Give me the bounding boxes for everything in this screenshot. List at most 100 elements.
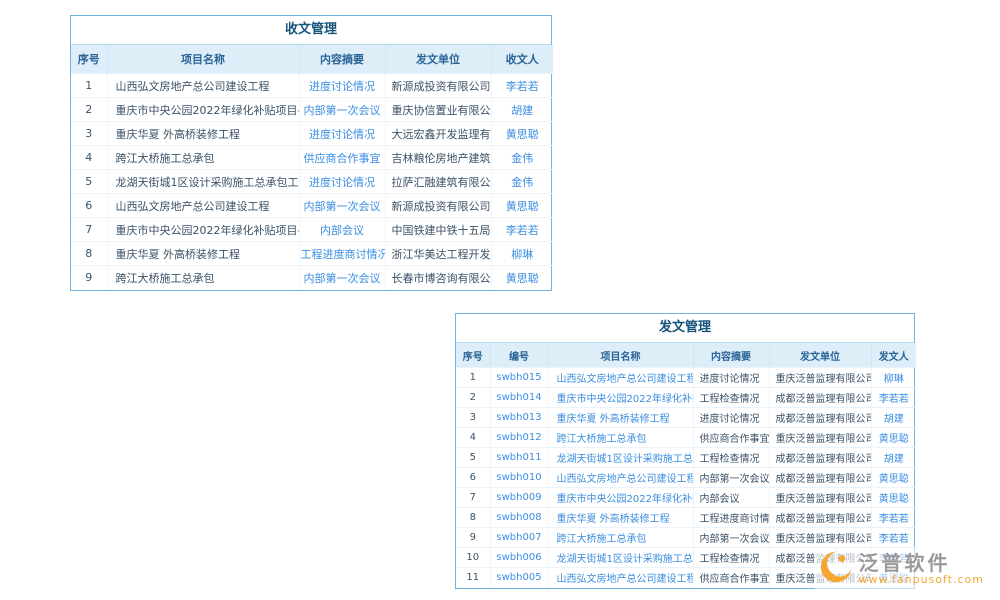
cell-unit: 吉林粮伦房地产建筑有... (385, 146, 491, 170)
table-row: 3swbh013重庆华夏 外高桥装修工程进度讨论情况成都泛普监理有限公司胡建 (456, 408, 916, 428)
cell-summary: 进度讨论情况 (693, 368, 769, 388)
table-row: 1山西弘文房地产总公司建设工程进度讨论情况新源成投资有限公司李若若 (71, 74, 553, 98)
cell-summary: 工程进度商讨情况 (693, 508, 769, 528)
cell-person-link[interactable]: 李若若 (871, 388, 916, 408)
cell-no: 2 (456, 388, 490, 408)
cell-unit: 拉萨汇融建筑有限公司 (385, 170, 491, 194)
cell-no: 5 (71, 170, 107, 194)
cell-code-link[interactable]: swbh006 (490, 548, 548, 568)
cell-person-link[interactable]: 李若若 (491, 218, 553, 242)
cell-person-link[interactable]: 黄思聪 (871, 488, 916, 508)
column-header: 编号 (490, 343, 548, 368)
cell-person-link[interactable]: 胡建 (491, 98, 553, 122)
column-header: 发文单位 (385, 45, 491, 74)
column-header: 项目名称 (107, 45, 299, 74)
cell-person-link[interactable]: 李若若 (871, 528, 916, 548)
cell-person-link[interactable]: 柳琳 (871, 368, 916, 388)
cell-code-link[interactable]: swbh011 (490, 448, 548, 468)
cell-summary-link[interactable]: 内部第一次会议 (299, 194, 385, 218)
table-row: 8swbh008重庆华夏 外高桥装修工程工程进度商讨情况成都泛普监理有限公司李若… (456, 508, 916, 528)
received-docs-title: 收文管理 (71, 16, 551, 45)
cell-unit: 重庆泛普监理有限公司 (769, 368, 871, 388)
cell-unit: 成都泛普监理有限公司 (769, 468, 871, 488)
cell-code-link[interactable]: swbh014 (490, 388, 548, 408)
table-row: 6swbh010山西弘文房地产总公司建设工程内部第一次会议成都泛普监理有限公司黄… (456, 468, 916, 488)
cell-summary-link[interactable]: 内部会议 (299, 218, 385, 242)
column-header: 序号 (71, 45, 107, 74)
cell-summary: 内部第一次会议 (693, 528, 769, 548)
cell-person-link[interactable]: 胡建 (871, 448, 916, 468)
cell-person-link[interactable]: 胡建 (871, 408, 916, 428)
cell-project: 重庆华夏 外高桥装修工程 (107, 242, 299, 266)
cell-code-link[interactable]: swbh008 (490, 508, 548, 528)
cell-project: 重庆市中央公园2022年绿化补贴项目-施工2标段 (107, 218, 299, 242)
cell-project-link[interactable]: 跨江大桥施工总承包 (548, 528, 693, 548)
cell-summary-link[interactable]: 进度讨论情况 (299, 122, 385, 146)
cell-unit: 重庆泛普监理有限公司 (769, 488, 871, 508)
cell-no: 11 (456, 568, 490, 588)
fanpu-logo-icon (819, 550, 853, 588)
cell-project-link[interactable]: 重庆市中央公园2022年绿化补贴项目-... (548, 388, 693, 408)
cell-project-link[interactable]: 跨江大桥施工总承包 (548, 428, 693, 448)
cell-person-link[interactable]: 李若若 (491, 74, 553, 98)
cell-summary-link[interactable]: 进度讨论情况 (299, 170, 385, 194)
cell-no: 7 (456, 488, 490, 508)
cell-project-link[interactable]: 重庆华夏 外高桥装修工程 (548, 508, 693, 528)
cell-code-link[interactable]: swbh009 (490, 488, 548, 508)
cell-person-link[interactable]: 金伟 (491, 146, 553, 170)
cell-project: 山西弘文房地产总公司建设工程 (107, 194, 299, 218)
column-header: 序号 (456, 343, 490, 368)
cell-project-link[interactable]: 龙湖天街城1区设计采购施工总承包工程 (548, 548, 693, 568)
cell-no: 3 (71, 122, 107, 146)
cell-project-link[interactable]: 龙湖天街城1区设计采购施工总承包工程 (548, 448, 693, 468)
cell-code-link[interactable]: swbh010 (490, 468, 548, 488)
cell-summary-link[interactable]: 内部第一次会议 (299, 98, 385, 122)
cell-no: 9 (71, 266, 107, 290)
cell-summary-link[interactable]: 进度讨论情况 (299, 74, 385, 98)
cell-project-link[interactable]: 山西弘文房地产总公司建设工程 (548, 568, 693, 588)
cell-summary: 内部会议 (693, 488, 769, 508)
table-row: 3重庆华夏 外高桥装修工程进度讨论情况大远宏鑫开发监理有限...黄思聪 (71, 122, 553, 146)
cell-code-link[interactable]: swbh005 (490, 568, 548, 588)
received-header-row: 序号项目名称内容摘要发文单位收文人 (71, 45, 553, 74)
cell-no: 1 (71, 74, 107, 98)
cell-person-link[interactable]: 黄思聪 (491, 266, 553, 290)
cell-project-link[interactable]: 重庆市中央公园2022年绿化补贴项目-... (548, 488, 693, 508)
table-row: 8重庆华夏 外高桥装修工程工程进度商讨情况浙江华美达工程开发监...柳琳 (71, 242, 553, 266)
column-header: 收文人 (491, 45, 553, 74)
cell-person-link[interactable]: 金伟 (491, 170, 553, 194)
cell-code-link[interactable]: swbh013 (490, 408, 548, 428)
cell-no: 6 (456, 468, 490, 488)
table-row: 9跨江大桥施工总承包内部第一次会议长春市博咨询有限公司黄思聪 (71, 266, 553, 290)
watermark: 泛普软件 www.fanpusoft.com (815, 548, 988, 590)
cell-person-link[interactable]: 柳琳 (491, 242, 553, 266)
cell-person-link[interactable]: 黄思聪 (491, 194, 553, 218)
sent-docs-title: 发文管理 (456, 314, 914, 343)
cell-code-link[interactable]: swbh007 (490, 528, 548, 548)
cell-unit: 浙江华美达工程开发监... (385, 242, 491, 266)
cell-person-link[interactable]: 黄思聪 (871, 468, 916, 488)
cell-no: 9 (456, 528, 490, 548)
column-header: 项目名称 (548, 343, 693, 368)
cell-code-link[interactable]: swbh012 (490, 428, 548, 448)
sent-header-row: 序号编号项目名称内容摘要发文单位发文人 (456, 343, 916, 368)
cell-summary-link[interactable]: 内部第一次会议 (299, 266, 385, 290)
table-row: 2重庆市中央公园2022年绿化补贴项目-施工2标段内部第一次会议重庆协信置业有限… (71, 98, 553, 122)
cell-person-link[interactable]: 李若若 (871, 508, 916, 528)
cell-summary: 供应商合作事宜 (693, 428, 769, 448)
cell-no: 3 (456, 408, 490, 428)
cell-project-link[interactable]: 重庆华夏 外高桥装修工程 (548, 408, 693, 428)
cell-project-link[interactable]: 山西弘文房地产总公司建设工程 (548, 368, 693, 388)
cell-project-link[interactable]: 山西弘文房地产总公司建设工程 (548, 468, 693, 488)
table-row: 4swbh012跨江大桥施工总承包供应商合作事宜重庆泛普监理有限公司黄思聪 (456, 428, 916, 448)
cell-summary-link[interactable]: 供应商合作事宜 (299, 146, 385, 170)
cell-summary-link[interactable]: 工程进度商讨情况 (299, 242, 385, 266)
cell-project: 跨江大桥施工总承包 (107, 146, 299, 170)
cell-no: 5 (456, 448, 490, 468)
cell-code-link[interactable]: swbh015 (490, 368, 548, 388)
cell-person-link[interactable]: 黄思聪 (871, 428, 916, 448)
cell-unit: 成都泛普监理有限公司 (769, 388, 871, 408)
cell-no: 4 (456, 428, 490, 448)
cell-unit: 大远宏鑫开发监理有限... (385, 122, 491, 146)
cell-person-link[interactable]: 黄思聪 (491, 122, 553, 146)
